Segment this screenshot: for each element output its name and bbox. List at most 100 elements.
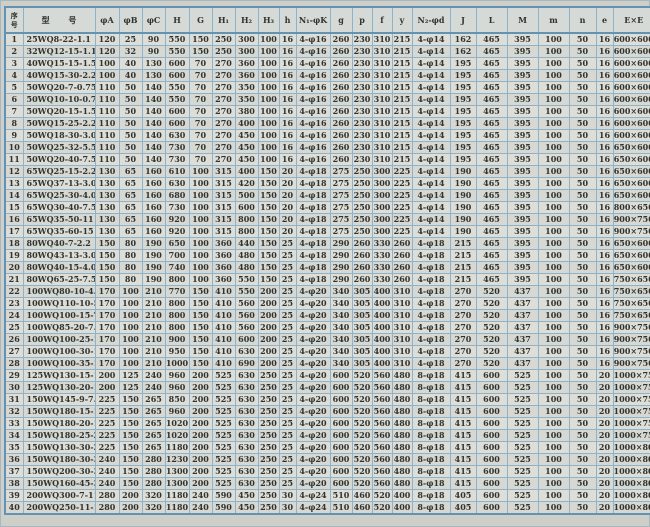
value-cell: 160 — [142, 178, 165, 190]
value-cell: 1000×750 — [613, 406, 650, 418]
value-cell: 310 — [372, 142, 392, 154]
value-cell: 250 — [258, 454, 279, 466]
value-cell: 8-φ18 — [412, 382, 450, 394]
value-cell: 150 — [189, 298, 212, 310]
value-cell: 260 — [352, 262, 372, 274]
row-number: 10 — [5, 142, 23, 154]
model-cell: 80WQ65-25-7.5 — [23, 274, 95, 286]
value-cell: 200 — [189, 418, 212, 430]
value-cell: 360 — [212, 274, 235, 286]
value-cell: 50 — [569, 298, 596, 310]
value-cell: 340 — [330, 346, 352, 358]
model-cell: 50WQ20-40-7.5 — [23, 154, 95, 166]
value-cell: 520 — [352, 418, 372, 430]
value-cell: 65 — [119, 214, 142, 226]
value-cell: 400 — [392, 490, 412, 502]
value-cell: 4-φ18 — [412, 322, 450, 334]
value-cell: 1000×800 — [613, 454, 650, 466]
value-cell: 600 — [165, 118, 189, 130]
value-cell: 100 — [538, 178, 569, 190]
value-cell: 100 — [538, 33, 569, 46]
value-cell: 465 — [476, 118, 507, 130]
value-cell: 50 — [569, 334, 596, 346]
value-cell: 190 — [450, 166, 476, 178]
model-cell: 150WQ130-30-22 — [23, 442, 95, 454]
value-cell: 600×600 — [613, 130, 650, 142]
value-cell: 210 — [142, 310, 165, 322]
table-row: 32150WQ180-15-15225150265960200525630250… — [5, 406, 650, 418]
value-cell: 4-φ14 — [412, 154, 450, 166]
value-cell: 650×600 — [613, 154, 650, 166]
value-cell: 100 — [538, 202, 569, 214]
value-cell: 250 — [352, 190, 372, 202]
value-cell: 650×600 — [613, 190, 650, 202]
table-row: 232WQ12-15-1.11203290550150250300100164-… — [5, 46, 650, 58]
value-cell: 130 — [95, 226, 119, 238]
value-cell: 550 — [165, 46, 189, 58]
value-cell: 800 — [165, 322, 189, 334]
value-cell: 25 — [279, 382, 296, 394]
value-cell: 600 — [330, 382, 352, 394]
value-cell: 270 — [212, 118, 235, 130]
value-cell: 80 — [119, 238, 142, 250]
value-cell: 280 — [95, 490, 119, 502]
value-cell: 750×650 — [613, 286, 650, 298]
row-number: 6 — [5, 94, 23, 106]
table-row: 1765WQ35-60-1513065160920100315800150204… — [5, 226, 650, 238]
value-cell: 960 — [165, 382, 189, 394]
value-cell: 150 — [258, 250, 279, 262]
value-cell: 25 — [279, 394, 296, 406]
column-header: G — [189, 7, 212, 33]
value-cell: 25 — [279, 346, 296, 358]
value-cell: 280 — [142, 478, 165, 490]
table-row: 1980WQ43-13-3.01508019070010036048015025… — [5, 250, 650, 262]
value-cell: 395 — [507, 154, 538, 166]
value-cell: 100 — [538, 418, 569, 430]
value-cell: 70 — [189, 70, 212, 82]
value-cell: 630 — [235, 442, 258, 454]
value-cell: 250 — [258, 406, 279, 418]
value-cell: 600 — [165, 70, 189, 82]
value-cell: 4-φ14 — [412, 166, 450, 178]
value-cell: 260 — [330, 33, 352, 46]
value-cell: 215 — [450, 250, 476, 262]
model-cell: 100WQ100-30-15 — [23, 346, 95, 358]
value-cell: 200 — [258, 286, 279, 298]
value-cell: 230 — [352, 33, 372, 46]
table-row: 30125WQ130-20-15200125240960200525630250… — [5, 382, 650, 394]
value-cell: 280 — [142, 454, 165, 466]
value-cell: 25 — [279, 262, 296, 274]
value-cell: 240 — [189, 490, 212, 502]
value-cell: 600×600 — [613, 82, 650, 94]
value-cell: 630 — [235, 418, 258, 430]
value-cell: 215 — [392, 70, 412, 82]
value-cell: 4-φ14 — [412, 94, 450, 106]
value-cell: 100 — [258, 58, 279, 70]
value-cell: 310 — [392, 322, 412, 334]
value-cell: 8-φ18 — [412, 502, 450, 515]
value-cell: 160 — [142, 166, 165, 178]
value-cell: 20 — [279, 214, 296, 226]
value-cell: 315 — [212, 214, 235, 226]
table-row: 650WQ10-10-0.751105014055070270350100164… — [5, 94, 650, 106]
value-cell: 16 — [596, 334, 613, 346]
value-cell: 200 — [258, 334, 279, 346]
value-cell: 170 — [95, 322, 119, 334]
value-cell: 230 — [352, 70, 372, 82]
value-cell: 320 — [142, 490, 165, 502]
value-cell: 20 — [596, 418, 613, 430]
value-cell: 260 — [330, 106, 352, 118]
value-cell: 1300 — [165, 478, 189, 490]
value-cell: 520 — [352, 406, 372, 418]
value-cell: 4-φ18 — [412, 286, 450, 298]
value-cell: 50 — [569, 490, 596, 502]
value-cell: 270 — [212, 82, 235, 94]
row-number: 16 — [5, 214, 23, 226]
value-cell: 400 — [372, 322, 392, 334]
value-cell: 80 — [119, 262, 142, 274]
value-cell: 8-φ18 — [412, 442, 450, 454]
value-cell: 70 — [189, 106, 212, 118]
value-cell: 195 — [450, 106, 476, 118]
value-cell: 50 — [569, 33, 596, 46]
value-cell: 250 — [258, 382, 279, 394]
